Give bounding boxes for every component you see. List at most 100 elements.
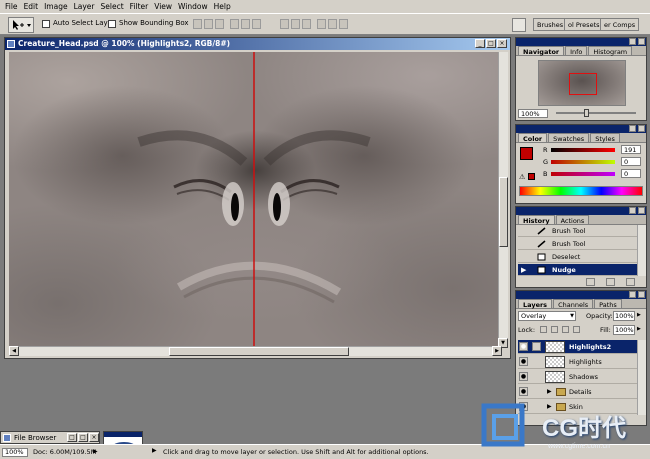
eye-icon[interactable]: ● [519, 342, 528, 351]
create-snapshot-icon[interactable] [606, 278, 615, 286]
history-titlebar[interactable] [516, 207, 646, 215]
align-left-icon[interactable] [230, 19, 239, 29]
menu-select[interactable]: Select [99, 2, 128, 11]
opacity-field[interactable]: 100% [613, 311, 635, 321]
palette-minimize-icon[interactable] [629, 38, 636, 45]
show-bounding-box-checkbox[interactable] [108, 20, 116, 28]
tab-color[interactable]: Color [518, 133, 548, 143]
gamut-warning-icon[interactable]: ⚠ [519, 173, 525, 181]
green-slider[interactable] [551, 160, 615, 164]
file-browser-minimized[interactable]: File Browser □ □ × [0, 431, 100, 444]
palette-close-icon[interactable] [638, 38, 645, 45]
vertical-scrollbar[interactable]: ▼ [498, 52, 508, 348]
distribute-hcenter-icon[interactable] [328, 19, 337, 29]
navigator-view-box[interactable] [569, 73, 597, 95]
eye-icon[interactable]: ● [519, 387, 528, 396]
opacity-arrow-icon[interactable]: ▶ [637, 312, 641, 318]
color-titlebar[interactable] [516, 125, 646, 133]
align-vcenter-icon[interactable] [204, 19, 213, 29]
align-right-icon[interactable] [252, 19, 261, 29]
tab-actions[interactable]: Actions [555, 215, 590, 225]
navigator-zoom-field[interactable]: 100% [518, 109, 548, 118]
palette-minimize-icon[interactable] [629, 207, 636, 214]
navigator-zoom-handle[interactable] [584, 109, 589, 117]
align-top-icon[interactable] [193, 19, 202, 29]
tab-info[interactable]: Info [565, 46, 588, 56]
menu-filter[interactable]: Filter [128, 2, 153, 11]
eye-icon[interactable]: ● [519, 357, 528, 366]
maximize-button[interactable]: □ [486, 39, 496, 48]
navigator-zoom-slider[interactable] [556, 112, 636, 114]
red-slider[interactable] [551, 148, 615, 152]
horizontal-scrollbar[interactable]: ◀ ▶ [9, 346, 502, 356]
menu-window[interactable]: Window [176, 2, 212, 11]
file-browser-icon[interactable] [512, 18, 526, 32]
navigator-thumbnail[interactable] [538, 60, 626, 106]
menu-layer[interactable]: Layer [72, 2, 99, 11]
gamut-color-chip[interactable] [528, 173, 535, 180]
eye-icon[interactable]: ● [519, 372, 528, 381]
navigator-titlebar[interactable] [516, 38, 646, 46]
image-canvas[interactable] [9, 52, 502, 348]
well-tab-tool-presets[interactable]: ol Presets [564, 18, 604, 31]
blue-slider[interactable] [551, 172, 615, 176]
tab-styles[interactable]: Styles [590, 133, 620, 143]
red-value-field[interactable]: 191 [621, 145, 641, 154]
auto-select-layer-checkbox[interactable] [42, 20, 50, 28]
history-scrollbar[interactable] [637, 225, 646, 276]
tab-swatches[interactable]: Swatches [548, 133, 590, 143]
history-item[interactable]: Brush Tool [518, 225, 637, 237]
layer-set-row[interactable]: ● ▶ Details [518, 385, 637, 399]
history-item[interactable]: Deselect [518, 251, 637, 263]
tab-layers[interactable]: Layers [518, 299, 553, 309]
blend-mode-select[interactable]: Overlay ▼ [518, 311, 576, 321]
close-button[interactable]: × [89, 433, 99, 442]
palette-close-icon[interactable] [638, 207, 645, 214]
tab-navigator[interactable]: Navigator [518, 46, 565, 56]
restore-button[interactable]: □ [67, 433, 77, 442]
tab-histogram[interactable]: Histogram [588, 46, 633, 56]
tab-history[interactable]: History [518, 215, 555, 225]
align-bottom-icon[interactable] [215, 19, 224, 29]
layer-row[interactable]: ● Shadows [518, 370, 637, 384]
history-item-selected[interactable]: ▶ Nudge [518, 264, 637, 276]
layer-row-selected[interactable]: ● Highlights2 [518, 340, 637, 354]
well-tab-brushes[interactable]: Brushes [533, 18, 568, 31]
lock-position-icon[interactable] [562, 326, 569, 333]
palette-minimize-icon[interactable] [629, 125, 636, 132]
distribute-vcenter-icon[interactable] [291, 19, 300, 29]
scroll-left-icon[interactable]: ◀ [9, 346, 19, 356]
palette-close-icon[interactable] [638, 125, 645, 132]
menu-edit[interactable]: Edit [22, 2, 43, 11]
palette-close-icon[interactable] [638, 291, 645, 298]
horizontal-scroll-thumb[interactable] [169, 347, 349, 356]
close-button[interactable]: × [497, 39, 507, 48]
layers-titlebar[interactable] [516, 291, 646, 299]
minimize-button[interactable]: _ [475, 39, 485, 48]
menu-help[interactable]: Help [212, 2, 235, 11]
expand-arrow-icon[interactable]: ▶ [547, 385, 552, 399]
lock-all-icon[interactable] [573, 326, 580, 333]
fill-arrow-icon[interactable]: ▶ [637, 326, 641, 332]
zoom-field[interactable]: 100% [2, 448, 28, 457]
layer-row[interactable]: ● Highlights [518, 355, 637, 369]
well-tab-layer-comps[interactable]: er Comps [600, 18, 640, 31]
distribute-left-icon[interactable] [317, 19, 326, 29]
lock-transparency-icon[interactable] [540, 326, 547, 333]
tab-channels[interactable]: Channels [553, 299, 594, 309]
tab-paths[interactable]: Paths [594, 299, 622, 309]
new-document-from-state-icon[interactable] [586, 278, 595, 286]
menu-file[interactable]: File [3, 2, 22, 11]
distribute-top-icon[interactable] [280, 19, 289, 29]
distribute-right-icon[interactable] [339, 19, 348, 29]
color-spectrum-bar[interactable] [519, 186, 643, 196]
fill-field[interactable]: 100% [613, 325, 635, 335]
scroll-right-icon[interactable]: ▶ [492, 346, 502, 356]
tool-preset-picker[interactable] [8, 17, 34, 33]
trash-icon[interactable] [626, 278, 635, 286]
menu-view[interactable]: View [152, 2, 176, 11]
lock-pixels-icon[interactable] [551, 326, 558, 333]
maximize-button[interactable]: □ [78, 433, 88, 442]
align-hcenter-icon[interactable] [241, 19, 250, 29]
palette-minimize-icon[interactable] [629, 291, 636, 298]
